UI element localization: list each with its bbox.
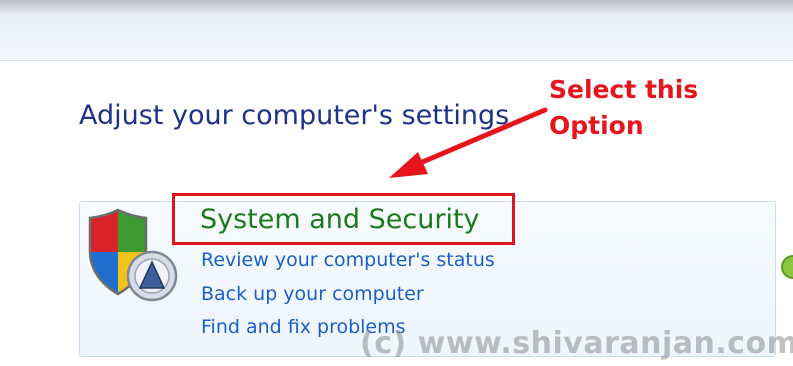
partial-category-icon bbox=[781, 255, 793, 279]
address-bar-area bbox=[0, 14, 793, 61]
annotation-line-1: Select this bbox=[549, 75, 699, 104]
review-status-link[interactable]: Review your computer's status bbox=[201, 249, 495, 271]
back-up-link[interactable]: Back up your computer bbox=[201, 283, 424, 305]
watermark: (c) www.shivaranjan.com bbox=[360, 326, 793, 361]
window-top-edge bbox=[0, 0, 793, 14]
page-title: Adjust your computer's settings bbox=[79, 100, 510, 131]
annotation-line-2: Option bbox=[549, 111, 644, 140]
highlight-box bbox=[172, 193, 515, 245]
annotation-callout: Select this Option bbox=[549, 72, 698, 144]
control-panel-window: Adjust your computer's settings System a… bbox=[0, 0, 793, 366]
shield-with-gauge-icon[interactable] bbox=[86, 206, 186, 306]
